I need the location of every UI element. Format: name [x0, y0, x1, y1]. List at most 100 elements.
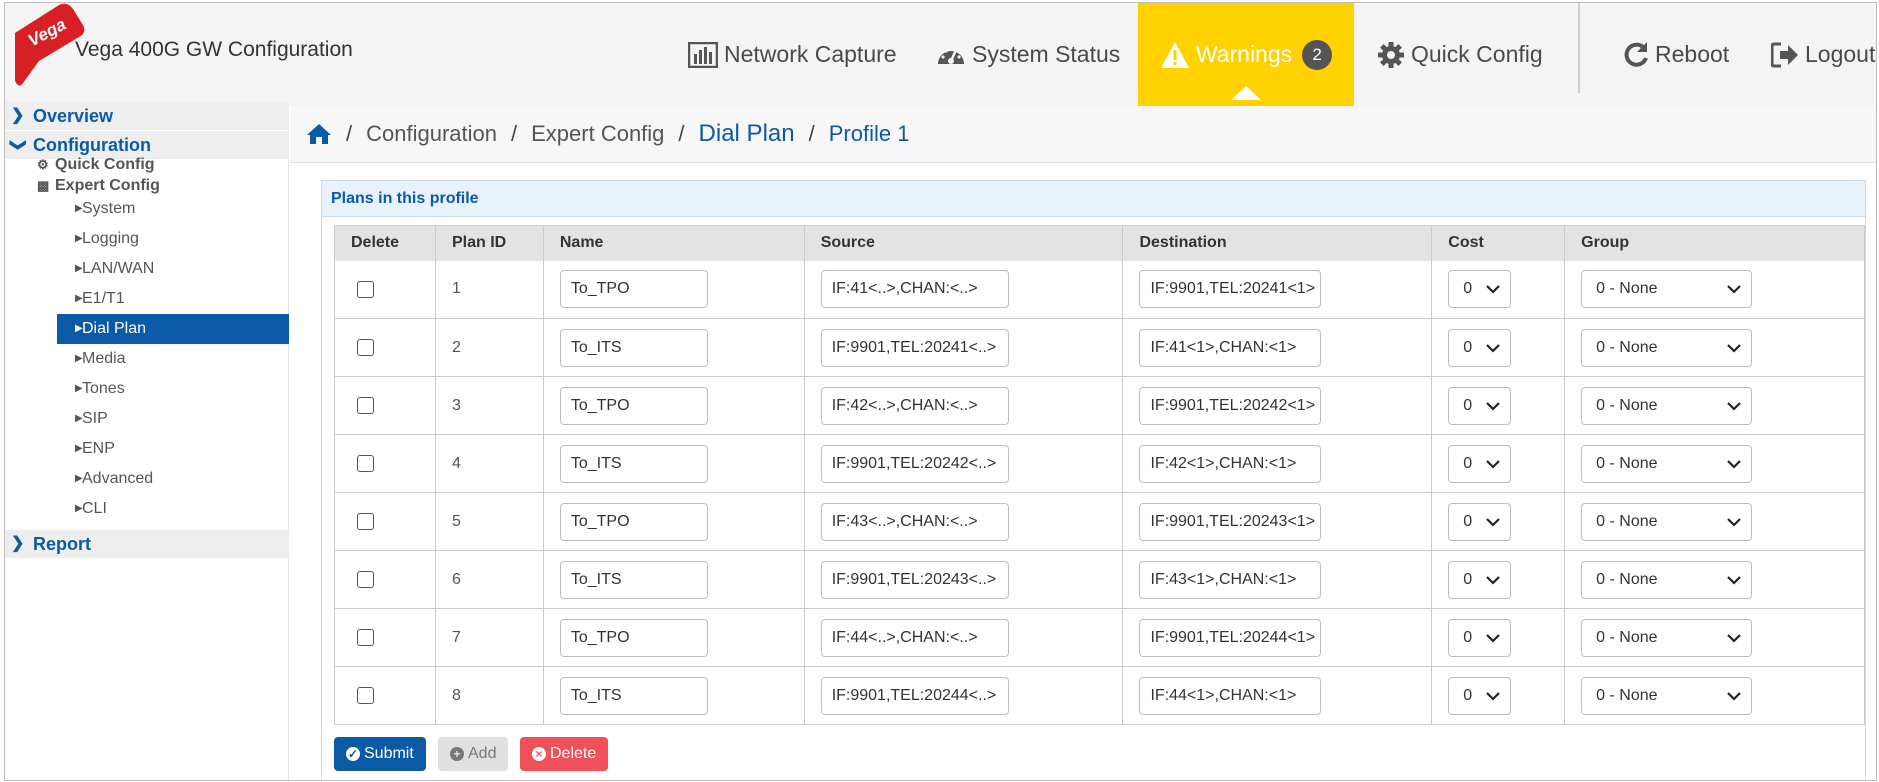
delete-checkbox[interactable]	[357, 397, 374, 414]
add-button[interactable]: + Add	[438, 737, 509, 771]
delete-checkbox[interactable]	[357, 687, 374, 704]
destination-input[interactable]: IF:44<1>,CHAN:<1>	[1139, 676, 1322, 715]
group-select[interactable]: 0 - None	[1581, 386, 1753, 425]
nav-quick-config[interactable]: Quick Config	[1377, 3, 1543, 106]
sidebar-item-label: ENP	[82, 440, 115, 457]
vega-logo[interactable]: Vega	[7, 3, 85, 89]
source-cell: IF:9901,TEL:20242<..>	[803, 434, 1124, 493]
breadcrumb-dial-plan[interactable]: Dial Plan	[699, 120, 795, 148]
sidebar-item-cli[interactable]: ▶ CLI	[57, 494, 289, 524]
cost-select[interactable]: 0	[1448, 676, 1512, 715]
name-input[interactable]: To_ITS	[559, 444, 708, 483]
sidebar-item-advanced[interactable]: ▶ Advanced	[57, 464, 289, 494]
sidebar-item-enp[interactable]: ▶ ENP	[57, 434, 289, 464]
submit-button[interactable]: ✓ Submit	[334, 737, 426, 771]
name-input[interactable]: To_ITS	[559, 676, 708, 715]
sidebar-item-media[interactable]: ▶ Media	[57, 344, 289, 374]
sidebar-item-dial-plan[interactable]: ▶ Dial Plan	[57, 314, 289, 344]
source-input[interactable]: IF:9901,TEL:20241<..>	[820, 328, 1009, 367]
destination-input[interactable]: IF:41<1>,CHAN:<1>	[1139, 328, 1322, 367]
sidebar-item-e1-t1[interactable]: ▶ E1/T1	[57, 284, 289, 314]
name-input[interactable]: To_ITS	[559, 560, 708, 599]
source-input[interactable]: IF:44<..>,CHAN:<..>	[820, 618, 1009, 657]
name-input[interactable]: To_ITS	[559, 328, 708, 367]
sidebar-item-logging[interactable]: ▶ Logging	[57, 224, 289, 254]
nav-warnings[interactable]: Warnings 2	[1138, 3, 1354, 106]
name-cell: To_TPO	[542, 376, 805, 435]
breadcrumb-expert-config[interactable]: Expert Config	[531, 121, 664, 147]
name-input[interactable]: To_TPO	[559, 502, 708, 541]
table-row: 7 To_TPO IF:44<..>,CHAN:<..> IF:9901,TEL:20…	[334, 608, 1865, 667]
group-value: 0 - None	[1596, 570, 1658, 588]
sidebar-item-sip[interactable]: ▶ SIP	[57, 404, 289, 434]
delete-cell	[334, 318, 436, 377]
group-select[interactable]: 0 - None	[1581, 270, 1753, 309]
nav-reboot[interactable]: Reboot	[1623, 3, 1729, 106]
name-input[interactable]: To_TPO	[559, 270, 708, 309]
cost-select[interactable]: 0	[1448, 328, 1512, 367]
cost-select[interactable]: 0	[1448, 444, 1512, 483]
delete-checkbox[interactable]	[357, 455, 374, 472]
sidebar-overview[interactable]: ❯ Overview	[5, 102, 289, 130]
nav-logout[interactable]: Logout	[1771, 3, 1875, 106]
sidebar-item-system[interactable]: ▶ System	[57, 194, 289, 224]
source-input[interactable]: IF:42<..>,CHAN:<..>	[820, 386, 1009, 425]
cost-select[interactable]: 0	[1448, 502, 1512, 541]
cost-select[interactable]: 0	[1448, 618, 1512, 657]
source-input[interactable]: IF:43<..>,CHAN:<..>	[820, 502, 1009, 541]
cost-select[interactable]: 0	[1448, 560, 1512, 599]
table-row: 3 To_TPO IF:42<..>,CHAN:<..> IF:9901,TEL:20…	[334, 376, 1865, 435]
breadcrumb-configuration[interactable]: Configuration	[366, 121, 497, 147]
group-select[interactable]: 0 - None	[1581, 502, 1753, 541]
source-input[interactable]: IF:9901,TEL:20243<..>	[820, 560, 1009, 599]
times-circle-icon: ×	[532, 747, 546, 761]
destination-input[interactable]: IF:9901,TEL:20242<1>	[1139, 386, 1322, 425]
chevron-down-icon	[1486, 691, 1501, 701]
name-input[interactable]: To_TPO	[559, 618, 708, 657]
sidebar-item-lan-wan[interactable]: ▶ LAN/WAN	[57, 254, 289, 284]
destination-input[interactable]: IF:43<1>,CHAN:<1>	[1139, 560, 1322, 599]
delete-button[interactable]: × Delete	[520, 737, 609, 771]
delete-checkbox[interactable]	[357, 513, 374, 530]
nav-system-status[interactable]: System Status	[936, 3, 1120, 106]
group-select[interactable]: 0 - None	[1581, 618, 1753, 657]
delete-checkbox[interactable]	[357, 571, 374, 588]
table-row: 1 To_TPO IF:41<..>,CHAN:<..> IF:9901,TEL:20…	[334, 260, 1865, 319]
source-input[interactable]: IF:9901,TEL:20242<..>	[820, 444, 1009, 483]
name-cell: To_ITS	[542, 318, 805, 377]
destination-cell: IF:42<1>,CHAN:<1>	[1122, 434, 1433, 493]
name-input[interactable]: To_TPO	[559, 386, 708, 425]
sidebar-item-label: Media	[82, 350, 126, 367]
home-icon[interactable]	[306, 123, 332, 145]
source-input[interactable]: IF:41<..>,CHAN:<..>	[820, 270, 1009, 309]
sidebar-quick-config[interactable]: ⚙ Quick Config	[37, 156, 155, 174]
source-input[interactable]: IF:9901,TEL:20244<..>	[820, 676, 1009, 715]
group-select[interactable]: 0 - None	[1581, 560, 1753, 599]
destination-input[interactable]: IF:9901,TEL:20243<1>	[1139, 502, 1322, 541]
delete-checkbox[interactable]	[357, 280, 374, 298]
group-cell: 0 - None	[1564, 666, 1865, 725]
group-cell: 0 - None	[1564, 608, 1865, 667]
group-select[interactable]: 0 - None	[1581, 444, 1753, 483]
group-select[interactable]: 0 - None	[1581, 676, 1753, 715]
col-header-cost: Cost	[1431, 225, 1566, 261]
check-circle-icon: ✓	[346, 747, 360, 761]
delete-checkbox[interactable]	[357, 629, 374, 646]
destination-input[interactable]: IF:9901,TEL:20241<1>	[1139, 270, 1322, 309]
destination-input[interactable]: IF:9901,TEL:20244<1>	[1139, 618, 1322, 657]
delete-checkbox[interactable]	[357, 339, 374, 356]
nav-network-capture[interactable]: Network Capture	[688, 3, 897, 106]
sidebar-configuration[interactable]: ❯ Configuration	[5, 131, 289, 159]
sidebar-item-label: Advanced	[82, 470, 154, 487]
group-select[interactable]: 0 - None	[1581, 328, 1753, 367]
group-value: 0 - None	[1596, 686, 1658, 704]
sidebar-item-tones[interactable]: ▶ Tones	[57, 374, 289, 404]
sidebar-item-label: E1/T1	[82, 290, 125, 307]
destination-input[interactable]: IF:42<1>,CHAN:<1>	[1139, 444, 1322, 483]
group-cell: 0 - None	[1564, 376, 1865, 435]
sidebar-report[interactable]: ❯ Report	[5, 530, 289, 558]
cost-select[interactable]: 0	[1448, 386, 1512, 425]
plan-id-cell: 3	[434, 376, 544, 435]
cost-select[interactable]: 0	[1448, 270, 1512, 309]
sidebar-expert-config[interactable]: ▩ Expert Config	[37, 177, 160, 195]
